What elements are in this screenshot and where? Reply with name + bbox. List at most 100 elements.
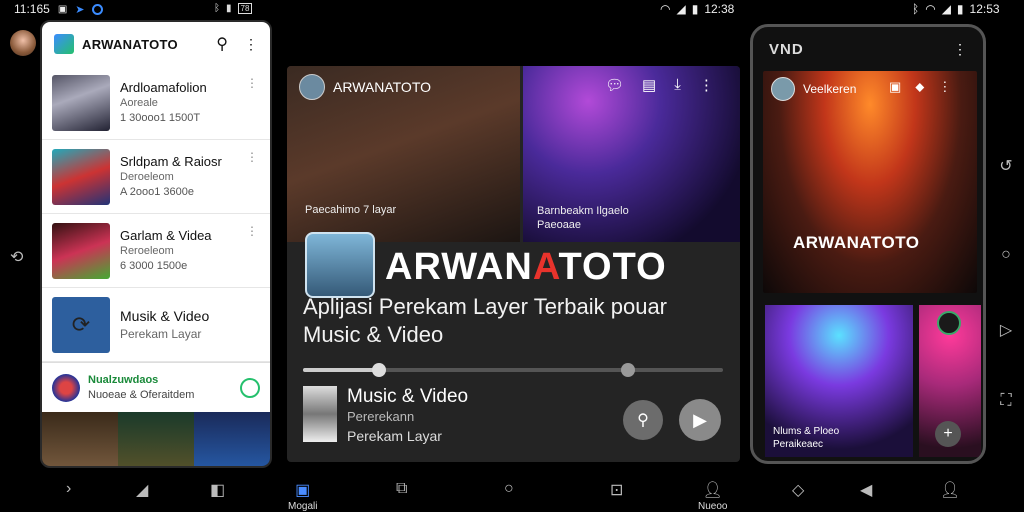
clock-right: 12:53 [969, 2, 1000, 16]
photo-icon[interactable]: ▣ [889, 79, 901, 95]
list-item[interactable]: ⟳ Musik & Video Perekam Layar [42, 288, 270, 362]
gallery-icon: ▣ [57, 3, 68, 15]
portrait-icon: ▣ [295, 482, 311, 499]
more-vertical-icon[interactable]: ⋮ [246, 224, 258, 238]
more-vertical-icon[interactable]: ⋮ [699, 76, 714, 94]
list-item[interactable]: Garlam & Videa Reroeleom 6 3000 1500e ⋮ [42, 214, 270, 288]
image-caption-left: Paecahimo 7 layar [305, 204, 397, 216]
profile-icon: 👤︎ [702, 482, 723, 499]
play-button[interactable]: ▶ [679, 399, 721, 441]
rotate-icon[interactable]: ⟲ [10, 247, 23, 267]
signal-icon: ▮ [226, 3, 232, 14]
nav-speaker-icon[interactable]: ◀ [860, 480, 872, 500]
nav-book-icon[interactable]: ◧ [210, 480, 225, 500]
download-icon[interactable]: ⤓ [674, 76, 681, 94]
nav-item-profile[interactable]: 👤︎ Nueoo [698, 480, 727, 512]
tag-icon[interactable]: ⬥ [915, 79, 924, 95]
signal-icon: ◢ [676, 2, 686, 16]
list-thumbnail [52, 222, 110, 279]
add-button[interactable]: + [935, 421, 961, 447]
artist-avatar [305, 232, 375, 298]
signal-icon: ◢ [941, 2, 951, 16]
badge-icon[interactable] [937, 311, 961, 335]
status-bar-right: ᛒ ◠ ◢ ▮ 12:53 [912, 2, 1000, 16]
telegram-icon: ➤ [75, 3, 85, 16]
nav-expand-icon[interactable]: ⧉ [396, 480, 407, 498]
strip-thumbnail[interactable] [42, 412, 118, 466]
more-vertical-icon[interactable]: ⋮ [246, 76, 258, 90]
search-button[interactable]: ⚲ [623, 400, 663, 440]
battery-icon: ▮ [691, 2, 699, 16]
track-title: Music & Video [347, 386, 469, 407]
nav-item-active[interactable]: ▣ Mogali [288, 480, 317, 512]
center-player-card: ARWANATOTO 💬︎ ▤ ⤓ ⋮ Paecahimo 7 layar Ba… [287, 66, 740, 462]
nav-diamond-icon[interactable]: ◇ [792, 480, 804, 500]
clock-middle: 12:38 [704, 2, 735, 16]
channel-title: ARWANATOTO [333, 79, 432, 95]
list-item[interactable]: Ardloamafolion Aoreale 1 30ooo1 1500T ⋮ [42, 66, 270, 140]
bottom-nav: › ◢ ◧ ▣ Mogali ⧉ ○ ⊡ 👤︎ Nueoo ◇ ◀ 👤︎ [0, 474, 1024, 512]
progress-handle[interactable] [372, 363, 386, 377]
app-title: ARWANATOTO [82, 36, 178, 52]
nav-tag-icon[interactable]: ◢ [136, 480, 148, 500]
layout-icon[interactable]: ▤ [642, 76, 656, 94]
status-bar-left: 11:165 ▣ ➤ [14, 2, 104, 16]
track-subtitle: Pererekann [347, 409, 415, 424]
right-phone-header: VND ⋮ [753, 27, 983, 71]
promo-subtitle: Nuoeae & Oferaitdem [88, 388, 195, 401]
list-item-meta: 6 3000 1500e [120, 260, 188, 273]
play-icon: ▶ [693, 409, 707, 430]
clock-left: 11:165 [14, 2, 50, 16]
video-list: Ardloamafolion Aoreale 1 30ooo1 1500T ⋮ … [42, 66, 270, 362]
promo-action-icon[interactable] [240, 377, 260, 398]
home-circle-icon[interactable]: ○ [998, 246, 1014, 264]
more-vertical-icon[interactable]: ⋮ [953, 41, 967, 58]
screenshot-icon[interactable]: ⛶ [998, 392, 1014, 410]
hero-toolbar: ▣ ⬥ ⋮ [889, 79, 951, 95]
list-thumbnail [52, 74, 110, 131]
more-vertical-icon[interactable]: ⋮ [244, 36, 258, 53]
more-vertical-icon[interactable]: ⋮ [938, 79, 951, 95]
rotate-icon[interactable]: ↺ [998, 156, 1014, 176]
buffer-marker [621, 363, 635, 377]
channel-avatar[interactable] [299, 74, 325, 100]
brand-logo: VND [769, 40, 804, 58]
avatar[interactable] [10, 30, 36, 56]
app-tile-icon: ⟳ [52, 296, 110, 353]
track-thumbnail [303, 386, 337, 442]
list-item-title: Srldpam & Raiosr [120, 153, 222, 169]
nav-profile-label: Nueoo [698, 501, 728, 512]
battery-icon: 78 [237, 3, 253, 14]
more-vertical-icon[interactable]: ⋮ [246, 150, 258, 164]
list-item-title: Ardloamafolion [120, 79, 207, 95]
sync-icon [92, 3, 104, 15]
status-bar-left-icons: ᛒ ▮ 78 [214, 3, 253, 14]
list-item-subtitle: Deroeleom [120, 171, 174, 184]
bluetooth-icon: ᛒ [214, 3, 220, 14]
nav-download-icon[interactable]: ⊡ [610, 480, 623, 500]
concert-hero-image[interactable] [763, 71, 977, 293]
hero-brand: ARWANATOTO [793, 233, 920, 252]
list-item-subtitle: Perekam Layar [120, 326, 202, 341]
back-triangle-icon[interactable]: ▷ [998, 320, 1014, 340]
app-logo-icon [54, 34, 74, 54]
left-phone: ARWANATOTO ⚲ ⋮ Ardloamafolion Aoreale 1 … [40, 20, 272, 468]
image-caption-right: Barnbeakm Ilgaelo Paeoaae [537, 205, 629, 232]
channel-avatar[interactable] [771, 77, 795, 101]
progress-fill [303, 368, 379, 372]
nav-active-label: Mogali [288, 501, 318, 512]
nav-user-icon[interactable]: 👤︎ [940, 480, 960, 500]
list-item[interactable]: Srldpam & Raiosr Deroeleom A 2ooo1 3600e… [42, 140, 270, 214]
search-icon: ⚲ [637, 412, 649, 429]
nav-home-icon[interactable]: ○ [504, 480, 514, 498]
chat-icon[interactable]: 💬︎ [605, 76, 624, 94]
strip-thumbnail[interactable] [118, 412, 194, 466]
nav-forward-icon[interactable]: › [66, 480, 71, 498]
tagline-line2: Music & Video [303, 322, 444, 347]
card-toolbar: 💬︎ ▤ ⤓ ⋮ [605, 76, 714, 94]
list-item-meta: A 2ooo1 3600e [120, 186, 195, 199]
right-phone: VND ⋮ Veelkeren ▣ ⬥ ⋮ ARWANATOTO Nlums &… [750, 24, 986, 464]
strip-thumbnail[interactable] [194, 412, 270, 466]
promo-banner[interactable]: Nualzuwdaos Nuoeae & Oferaitdem [42, 362, 270, 412]
search-icon[interactable]: ⚲ [216, 34, 228, 54]
